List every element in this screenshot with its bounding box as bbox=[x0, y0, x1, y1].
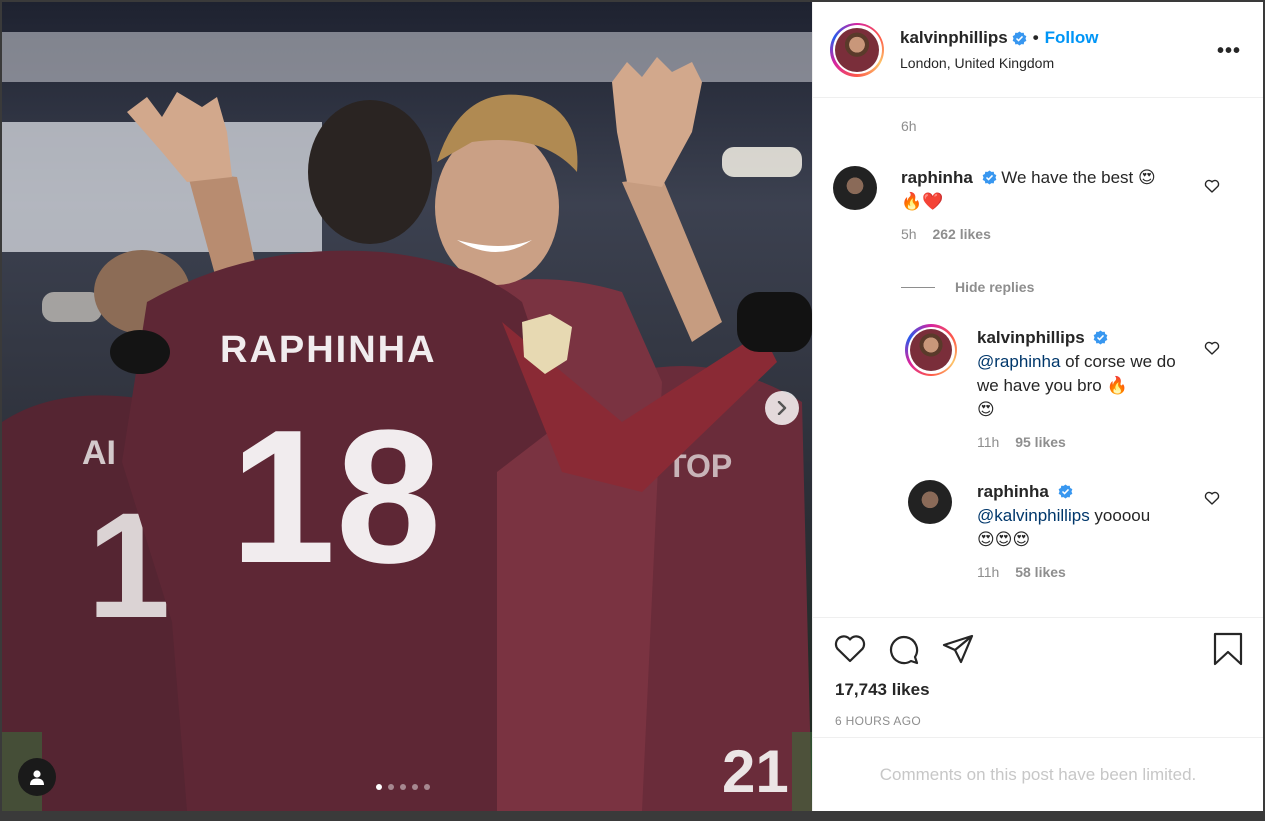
reply-mention[interactable]: @raphinha bbox=[977, 352, 1060, 371]
reply-time[interactable]: 11h bbox=[977, 564, 999, 580]
reply-mention[interactable]: @kalvinphillips bbox=[977, 506, 1090, 525]
like-heart-icon[interactable] bbox=[833, 632, 867, 666]
follow-button[interactable]: Follow bbox=[1045, 28, 1099, 48]
photo-jersey-number: 18 bbox=[230, 391, 441, 603]
like-comment-heart-icon[interactable] bbox=[1204, 490, 1220, 506]
author-avatar[interactable] bbox=[830, 22, 884, 77]
post-sidebar: kalvinphillips • Follow London, United K… bbox=[812, 2, 1263, 811]
carousel-dot bbox=[388, 784, 394, 790]
next-photo-button[interactable] bbox=[765, 391, 799, 425]
post-likes-count[interactable]: 17,743 likes bbox=[835, 680, 930, 700]
reply-text: yoooou bbox=[1089, 506, 1151, 525]
hide-replies-button[interactable]: Hide replies bbox=[901, 279, 1034, 295]
comment-time[interactable]: 5h bbox=[901, 226, 917, 242]
reply-username[interactable]: raphinha bbox=[977, 482, 1049, 501]
reply-emoji: 🔥 bbox=[1106, 376, 1128, 396]
commenter-avatar[interactable] bbox=[908, 480, 952, 524]
comment-text: We have the best bbox=[1001, 168, 1134, 187]
post-actions: 17,743 likes 6 HOURS AGO bbox=[813, 617, 1263, 737]
hide-replies-label: Hide replies bbox=[955, 279, 1035, 295]
carousel-dot bbox=[400, 784, 406, 790]
like-comment-heart-icon[interactable] bbox=[1204, 340, 1220, 356]
post-modal: 10 AI TOP 21 bbox=[2, 2, 1263, 811]
carousel-dot bbox=[412, 784, 418, 790]
verified-icon bbox=[1094, 330, 1108, 345]
verified-icon bbox=[1012, 30, 1027, 46]
svg-text:21: 21 bbox=[722, 738, 789, 805]
comment-username[interactable]: raphinha bbox=[901, 168, 973, 187]
more-options-button[interactable]: ••• bbox=[1217, 40, 1241, 63]
separator-dot: • bbox=[1032, 28, 1039, 47]
carousel-dot bbox=[376, 784, 382, 790]
caption-time[interactable]: 6h bbox=[901, 118, 917, 134]
reply-likes[interactable]: 58 likes bbox=[1015, 564, 1066, 580]
author-username[interactable]: kalvinphillips bbox=[900, 28, 1008, 48]
comment-icon[interactable] bbox=[887, 632, 921, 666]
user-icon bbox=[30, 770, 44, 785]
verified-icon bbox=[1058, 484, 1072, 499]
comment-emoji: 😍 bbox=[1138, 168, 1156, 188]
carousel-dot bbox=[424, 784, 430, 790]
chevron-right-icon bbox=[777, 401, 787, 415]
save-bookmark-icon[interactable] bbox=[1211, 632, 1245, 666]
post-photo[interactable]: 10 AI TOP 21 bbox=[2, 2, 812, 811]
like-comment-heart-icon[interactable] bbox=[1204, 178, 1220, 194]
post-location[interactable]: London, United Kingdom bbox=[900, 55, 1098, 71]
reply-time[interactable]: 11h bbox=[977, 434, 999, 450]
commenter-avatar[interactable] bbox=[833, 166, 877, 210]
photo-scene: 10 AI TOP 21 bbox=[2, 2, 812, 811]
comment-likes[interactable]: 262 likes bbox=[932, 226, 990, 242]
tagged-users-button[interactable] bbox=[18, 758, 56, 796]
comments-limited-notice: Comments on this post have been limited. bbox=[813, 737, 1263, 811]
post-timestamp[interactable]: 6 HOURS AGO bbox=[835, 714, 921, 728]
reply-username[interactable]: kalvinphillips bbox=[977, 328, 1085, 347]
comment-emoji: 🔥❤️ bbox=[901, 192, 944, 212]
share-icon[interactable] bbox=[941, 632, 975, 666]
carousel-indicator bbox=[376, 784, 430, 790]
post-header: kalvinphillips • Follow London, United K… bbox=[813, 2, 1263, 98]
photo-jersey-name: RAPHINHA bbox=[220, 329, 437, 371]
reply-likes[interactable]: 95 likes bbox=[1015, 434, 1066, 450]
reply-emoji: 😍😍😍 bbox=[977, 530, 1031, 550]
comments-section: 6h raphinha We have the best 😍 🔥❤️ 5h 26… bbox=[813, 98, 1263, 617]
svg-text:AI: AI bbox=[82, 434, 116, 472]
verified-icon bbox=[982, 170, 996, 185]
reply-emoji: 😍 bbox=[977, 400, 995, 420]
commenter-avatar[interactable] bbox=[905, 324, 957, 376]
